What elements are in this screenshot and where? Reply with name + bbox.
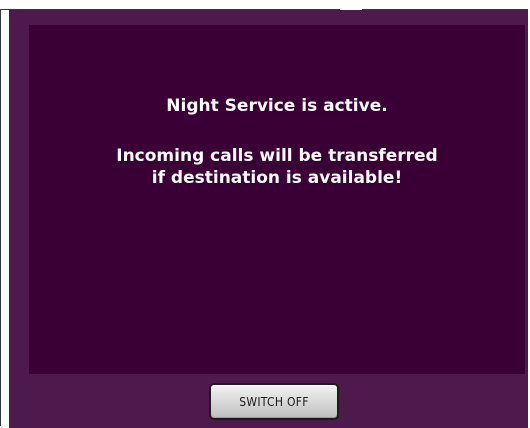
info-message-line-2: if destination is available! [151,168,403,188]
switch-off-button[interactable]: SWITCH OFF [209,383,339,420]
status-message: Night Service is active. [166,96,388,116]
frame-notch [340,0,362,10]
message-area: Night Service is active. Incoming calls … [29,25,525,374]
night-service-panel: Night Service is active. Incoming calls … [9,10,528,428]
info-message-line-1: Incoming calls will be transferred [116,146,438,166]
